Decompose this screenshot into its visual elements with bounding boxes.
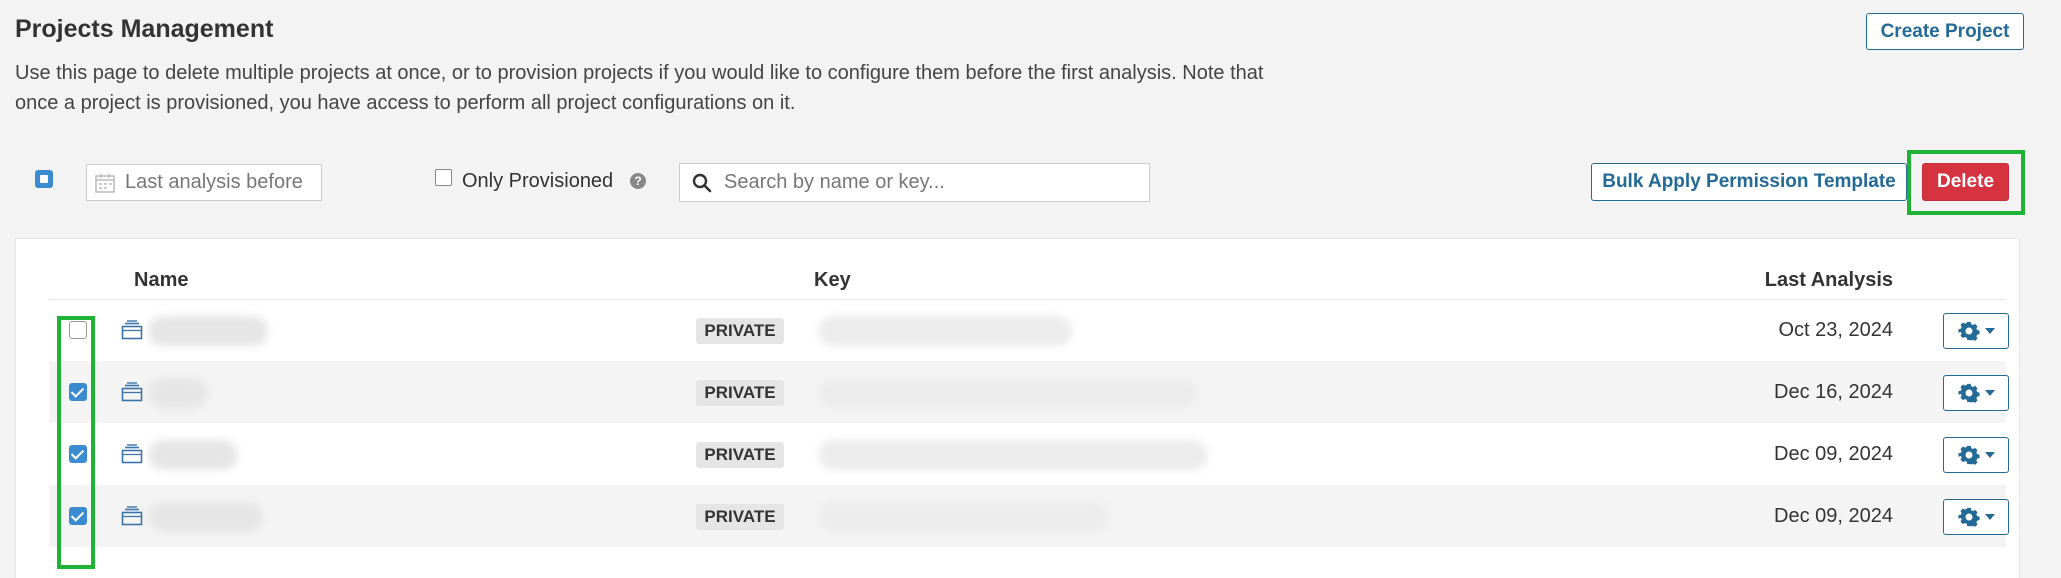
calendar-icon [95,173,115,193]
caret-down-icon [1984,390,1995,396]
gear-icon [1957,321,1980,341]
last-analysis-date-input[interactable]: Last analysis before [86,164,322,201]
table-row: PRIVATE Dec 09, 2024 [49,485,2009,547]
table-row: PRIVATE Oct 23, 2024 [49,299,2009,361]
project-actions-button[interactable] [1943,437,2009,473]
only-provisioned-checkbox[interactable] [435,169,452,186]
project-key-redacted [818,316,1073,346]
delete-button[interactable]: Delete [1922,163,2009,201]
create-project-button[interactable]: Create Project [1866,13,2024,50]
caret-down-icon [1984,514,1995,520]
last-analysis-date: Oct 23, 2024 [1778,319,1893,341]
only-provisioned-label[interactable]: Only Provisioned [462,170,613,193]
help-icon[interactable]: ? [630,173,646,189]
search-icon [692,173,712,192]
page-title: Projects Management [15,15,274,43]
column-header-name[interactable]: Name [134,261,188,299]
page-description: Use this page to delete multiple project… [15,62,1264,114]
project-key-redacted [818,502,1108,532]
table-row: PRIVATE Dec 16, 2024 [49,361,2009,423]
visibility-badge: PRIVATE [696,318,784,344]
project-name-redacted[interactable] [148,502,263,532]
table-row: PRIVATE Dec 09, 2024 [49,423,2009,485]
visibility-badge: PRIVATE [696,504,784,530]
project-actions-button[interactable] [1943,313,2009,349]
projects-table: Name Key Last Analysis PRIVATE Oct 23, 2… [15,238,2020,578]
gear-icon [1957,383,1980,403]
caret-down-icon [1984,452,1995,458]
row-checkboxes-highlight-box [57,316,95,569]
search-input[interactable] [724,171,1134,194]
project-icon [121,444,143,464]
select-all-checkbox[interactable] [35,170,53,188]
project-actions-button[interactable] [1943,375,2009,411]
bulk-apply-permission-template-button[interactable]: Bulk Apply Permission Template [1591,163,1907,201]
last-analysis-date: Dec 09, 2024 [1774,443,1893,465]
gear-icon [1957,507,1980,527]
visibility-badge: PRIVATE [696,380,784,406]
table-header: Name Key Last Analysis [49,261,2006,300]
project-name-redacted[interactable] [148,316,268,346]
visibility-badge: PRIVATE [696,442,784,468]
project-actions-button[interactable] [1943,499,2009,535]
project-key-redacted [818,440,1208,470]
project-key-redacted [818,378,1198,408]
project-icon [121,506,143,526]
project-name-redacted[interactable] [148,440,238,470]
project-icon [121,382,143,402]
caret-down-icon [1984,328,1995,334]
date-placeholder: Last analysis before [125,171,303,193]
column-header-last-analysis[interactable]: Last Analysis [1765,261,1893,299]
project-name-redacted[interactable] [148,378,208,408]
gear-icon [1957,445,1980,465]
project-icon [121,320,143,340]
column-header-key[interactable]: Key [814,261,851,299]
toolbar: Last analysis before Only Provisioned ? … [0,150,2061,215]
search-box[interactable] [679,163,1150,202]
page-header: Projects Management [15,12,2035,46]
last-analysis-date: Dec 16, 2024 [1774,381,1893,403]
last-analysis-date: Dec 09, 2024 [1774,505,1893,527]
